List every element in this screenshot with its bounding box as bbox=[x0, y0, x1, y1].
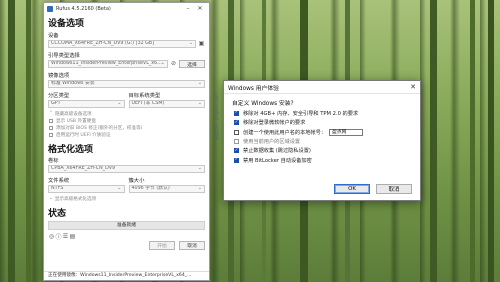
volume-label-label: 卷标 bbox=[48, 158, 59, 164]
device-dropdown[interactable]: CCCOMA_X64FRE_ZH-CN_DV9 (G:) [32 GB] bbox=[48, 40, 196, 48]
rufus-titlebar: Rufus 4.5.2160 (Beta) – ✕ bbox=[44, 3, 209, 14]
rufus-title: Rufus 4.5.2160 (Beta) bbox=[56, 5, 111, 12]
file-system-label: 文件系统 bbox=[48, 178, 70, 184]
windows-user-experience-dialog: Windows 用户体验 ✕ 自定义 Windows 安装? ✓ 移除对 4GB… bbox=[223, 80, 421, 201]
device-label: 设备 bbox=[48, 33, 59, 39]
dialog-cancel-button[interactable]: 取消 bbox=[376, 184, 412, 194]
watermark: @盈点网 - yingdian.com bbox=[214, 93, 219, 140]
uefi-validation-label: 启用运行时 UEFI 介质验证 bbox=[56, 132, 111, 138]
bios-fixes-label: 添加对旧 BIOS 修正(额外的分区，校准等) bbox=[56, 125, 143, 131]
option-remove-hw-requirements[interactable]: ✓ 移除对 4GB+ 内存、安全引导和 TPM 2.0 的要求 bbox=[224, 109, 420, 118]
log-icon[interactable]: ▤ bbox=[69, 233, 76, 240]
status-progress-bar: 准备就绪 bbox=[48, 221, 205, 230]
info-icon[interactable]: ⓘ bbox=[55, 233, 62, 241]
dialog-title: Windows 用户体验 bbox=[228, 85, 279, 92]
checksum-icon[interactable]: ⊘ bbox=[170, 60, 177, 67]
partition-scheme-label: 分区类型 bbox=[48, 93, 70, 99]
bamboo-stalk bbox=[430, 0, 437, 282]
volume-label-input[interactable]: CPBA_X64FRE_ZH-CN_DV9 bbox=[48, 165, 205, 173]
rufus-app-icon bbox=[47, 5, 53, 12]
advanced-drive-toggle[interactable]: ⌃ 隐藏高级设备选项 bbox=[44, 110, 209, 117]
bios-fixes-checkbox[interactable]: 添加对旧 BIOS 修正(额外的分区，校准等) bbox=[44, 124, 209, 131]
option-create-local-account[interactable]: 创建一个使用此用户名的本地帐号： 盈点网 bbox=[224, 128, 420, 137]
checkbox-box bbox=[49, 132, 53, 137]
option-label: 移除对 4GB+ 内存、安全引导和 TPM 2.0 的要求 bbox=[243, 111, 359, 118]
option-remove-msa-requirement[interactable]: ✓ 移除对登录微软帐户的要求 bbox=[224, 118, 420, 127]
boot-selection-dropdown[interactable]: Windows11_InsiderPreview_EnterpriseVL_x6… bbox=[48, 60, 168, 68]
dialog-titlebar: Windows 用户体验 ✕ bbox=[224, 81, 420, 94]
checkbox-box bbox=[49, 118, 53, 123]
list-usb-checkbox[interactable]: 显示 USB 外置硬盘 bbox=[44, 117, 209, 124]
checkbox-checked-icon[interactable]: ✓ bbox=[234, 157, 239, 163]
rufus-window: Rufus 4.5.2160 (Beta) – ✕ 设备选项 设备 CCCOMA… bbox=[43, 2, 210, 281]
format-section-title: 格式化选项 bbox=[48, 145, 94, 155]
advanced-format-toggle-label: 显示高级格式化选项 bbox=[54, 196, 97, 202]
chevron-up-icon: ⌃ bbox=[49, 111, 53, 116]
checkbox-unchecked-icon[interactable] bbox=[234, 139, 239, 145]
bamboo-stalk bbox=[8, 0, 15, 282]
cancel-button[interactable]: 取消 bbox=[179, 241, 205, 250]
status-section-title: 状态 bbox=[48, 209, 67, 219]
option-label: 禁止数据收集 (跳过隐私设置) bbox=[243, 148, 311, 155]
globe-icon[interactable]: ◎ bbox=[48, 233, 55, 240]
option-label: 禁用 BitLocker 自动设备加密 bbox=[243, 157, 312, 164]
checkbox-checked-icon[interactable]: ✓ bbox=[234, 120, 239, 126]
rufus-statusbar: 正在使用镜像：Windows11_InsiderPreview_Enterpri… bbox=[44, 271, 209, 280]
close-icon[interactable]: ✕ bbox=[194, 5, 206, 12]
option-label: 创建一个使用此用户名的本地帐号： bbox=[243, 129, 327, 136]
dialog-button-row: OK 取消 bbox=[334, 184, 412, 194]
advanced-format-toggle[interactable]: ⌄ 显示高级格式化选项 bbox=[44, 195, 209, 202]
checkbox-checked-icon[interactable]: ✓ bbox=[234, 148, 239, 154]
option-disable-bitlocker[interactable]: ✓ 禁用 BitLocker 自动设备加密 bbox=[224, 155, 420, 164]
target-system-label: 目标系统类型 bbox=[128, 93, 161, 99]
drive-section-title: 设备选项 bbox=[48, 19, 85, 29]
chevron-down-icon: ⌄ bbox=[49, 196, 53, 201]
settings-icon[interactable]: ☰ bbox=[62, 233, 69, 240]
target-system-dropdown[interactable]: UEFI (非 CSM) bbox=[128, 100, 205, 108]
checkbox-unchecked-icon[interactable] bbox=[234, 129, 239, 135]
boot-selection-label: 引导类型选择 bbox=[48, 53, 80, 59]
option-label: 使用当前用户的区域设置 bbox=[243, 139, 301, 146]
cluster-size-dropdown[interactable]: 4096 字节 (默认) bbox=[128, 185, 205, 193]
option-regional-settings[interactable]: 使用当前用户的区域设置 bbox=[224, 137, 420, 146]
image-option-label: 镜像选项 bbox=[48, 73, 70, 79]
image-option-dropdown[interactable]: 标准 Windows 安装 bbox=[48, 80, 205, 88]
option-label: 移除对登录微软帐户的要求 bbox=[243, 120, 306, 127]
advanced-drive-toggle-label: 隐藏高级设备选项 bbox=[54, 111, 92, 117]
dialog-question: 自定义 Windows 安装? bbox=[232, 101, 294, 107]
file-system-dropdown[interactable]: NTFS bbox=[48, 185, 125, 193]
partition-scheme-dropdown[interactable]: GPT bbox=[48, 100, 125, 108]
option-disable-data-collection[interactable]: ✓ 禁止数据收集 (跳过隐私设置) bbox=[224, 146, 420, 155]
checkbox-box bbox=[49, 125, 53, 130]
list-usb-label: 显示 USB 外置硬盘 bbox=[56, 118, 96, 124]
bamboo-stalk bbox=[26, 0, 31, 282]
select-button[interactable]: 选择 bbox=[179, 60, 205, 68]
minimize-icon[interactable]: – bbox=[182, 5, 194, 12]
bamboo-stalk bbox=[470, 0, 475, 282]
cluster-size-label: 簇大小 bbox=[128, 178, 145, 184]
checkbox-checked-icon[interactable]: ✓ bbox=[234, 111, 239, 117]
local-account-name-input[interactable]: 盈点网 bbox=[329, 128, 364, 136]
save-icon[interactable]: ▣ bbox=[198, 40, 205, 47]
bamboo-stalk bbox=[488, 0, 494, 282]
close-icon[interactable]: ✕ bbox=[406, 83, 420, 91]
uefi-validation-checkbox[interactable]: 启用运行时 UEFI 介质验证 bbox=[44, 131, 209, 138]
ok-button[interactable]: OK bbox=[334, 184, 370, 194]
start-button[interactable]: 开始 bbox=[149, 241, 175, 250]
